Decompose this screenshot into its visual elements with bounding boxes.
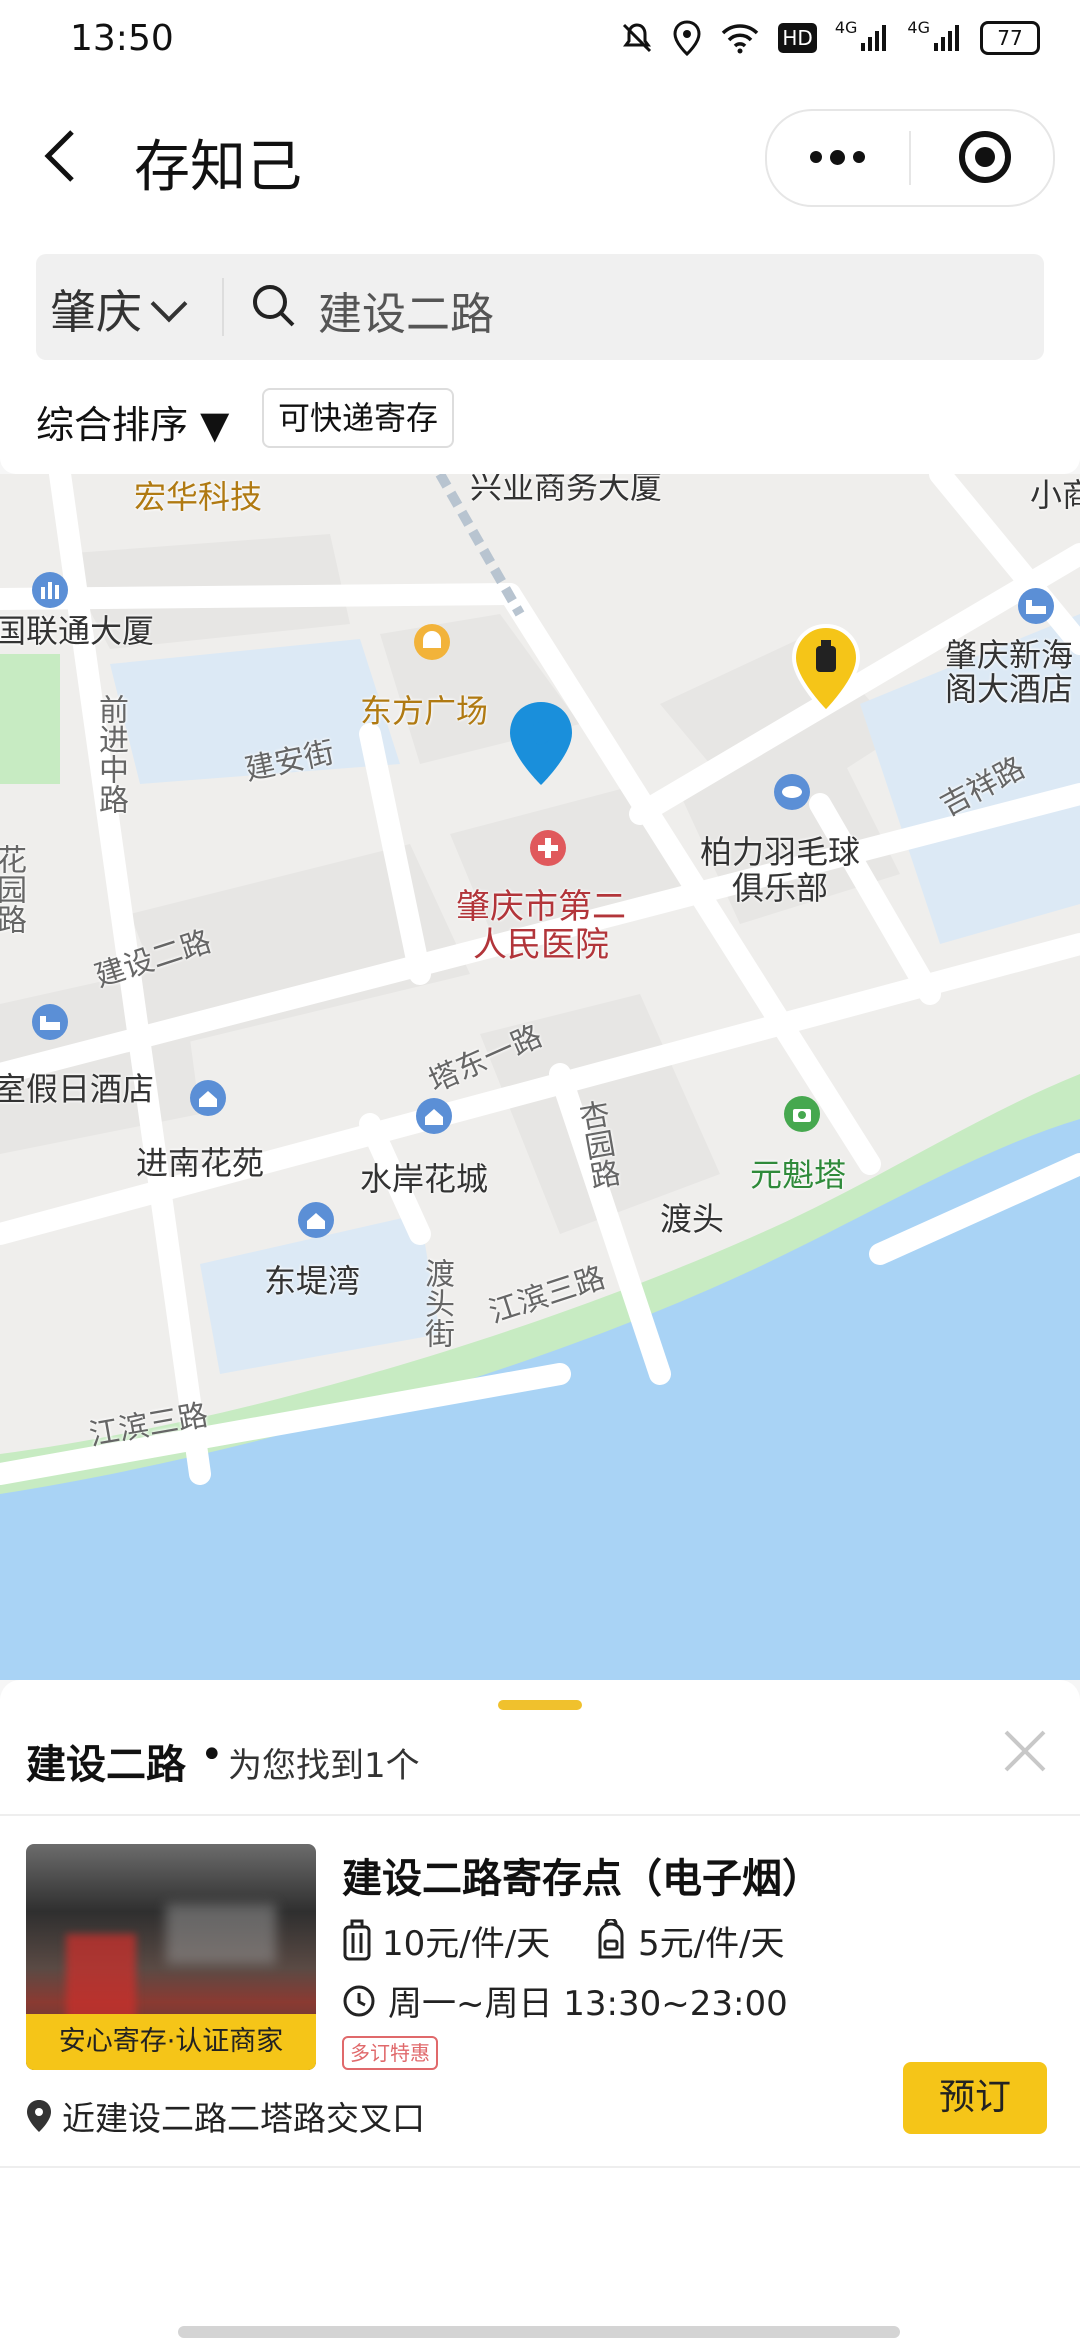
search-divider <box>222 278 224 336</box>
map-label-liantong: 国联通大厦 <box>0 612 155 650</box>
map-label-zhaoqing-hotel: 肇庆新海 阁大酒店 <box>945 636 1074 708</box>
page-title: 存知己 <box>134 135 302 200</box>
close-icon[interactable] <box>1000 1726 1050 1776</box>
map-label-dutoujie: 渡头街 <box>419 1258 454 1348</box>
map-label-dongfang: 东方广场 <box>360 692 489 730</box>
results-sheet: 建设二路 • 为您找到1个 安心寄存·认证商家 建设二路寄存点（电子烟） 10元… <box>0 1680 1080 2340</box>
city-label: 肇庆 <box>50 285 142 339</box>
signal-4g-icon-2: 4G <box>907 18 962 58</box>
home-indicator[interactable] <box>178 2326 900 2338</box>
mall-icon <box>414 624 450 660</box>
map-label-shuian: 水岸花城 <box>360 1160 489 1198</box>
office-building-icon <box>32 572 68 608</box>
hotel-icon-2 <box>32 1004 68 1040</box>
residence-icon-3 <box>298 1202 334 1238</box>
residence-icon <box>190 1080 226 1116</box>
wifi-icon <box>720 18 760 58</box>
hd-icon: HD <box>778 23 817 53</box>
express-storage-filter[interactable]: 可快递寄存 <box>262 388 455 448</box>
city-selector[interactable]: 肇庆 <box>50 276 188 342</box>
map-label-honghua: 宏华科技 <box>134 478 263 516</box>
more-dot-icon <box>852 151 865 163</box>
store-name: 建设二路寄存点（电子烟） <box>342 1856 822 1902</box>
map-label-holiday-hotel: 室假日酒店 <box>0 1070 155 1108</box>
back-button[interactable] <box>40 124 90 194</box>
map-label-hospital: 肇庆市第二 人民医院 <box>456 887 626 965</box>
map-label-dongdi: 东堤湾 <box>264 1262 361 1300</box>
capsule-divider <box>909 131 911 185</box>
nav-header: 存知己 <box>0 84 1080 234</box>
opening-hours: 周一~周日 13:30~23:00 <box>342 1976 788 2025</box>
book-button[interactable]: 预订 <box>903 2062 1047 2134</box>
results-count: 为您找到1个 <box>228 1746 420 1786</box>
storage-location-marker-icon[interactable] <box>790 624 862 714</box>
signal-4g-icon: 4G <box>835 18 890 58</box>
current-location-pin-icon <box>510 702 572 785</box>
more-menu-button[interactable] <box>807 129 867 185</box>
search-row: 肇庆 建设二路 <box>0 234 1080 374</box>
chevron-down-icon <box>150 285 188 323</box>
map-label-jinnan: 进南花苑 <box>136 1144 265 1182</box>
map-view[interactable]: 宏华科技 兴业商务大厦 小商 国联通大厦 东方广场 建安街 前进中路 花园路 肇… <box>0 474 1080 1680</box>
opening-hours-text: 周一~周日 13:30~23:00 <box>388 1984 788 2024</box>
store-photo: 安心寄存·认证商家 <box>26 1844 316 2070</box>
residence-icon-2 <box>416 1098 452 1134</box>
battery-icon: 77 <box>980 21 1040 55</box>
status-icons: HD 4G 4G 77 <box>620 18 1040 58</box>
map-label-baili: 柏力羽毛球 俱乐部 <box>700 833 861 907</box>
results-keyword: 建设二路 <box>26 1742 186 1788</box>
luggage-price: 10元/件/天 <box>342 1916 550 1965</box>
mini-program-capsule <box>765 109 1055 207</box>
luggage-price-text: 10元/件/天 <box>382 1924 551 1964</box>
search-box: 肇庆 建设二路 <box>36 254 1044 360</box>
location-pin-icon <box>27 2100 51 2132</box>
sort-dropdown[interactable]: 综合排序 ▼ <box>36 394 229 449</box>
clock-icon <box>343 1985 375 2016</box>
hotel-icon <box>1018 588 1054 624</box>
map-label-xingye: 兴业商务大厦 <box>470 474 663 506</box>
net-label-1: 4G <box>834 18 858 37</box>
map-label-yuankui: 元魁塔 <box>750 1156 847 1194</box>
photo-detail <box>166 1904 276 1964</box>
certified-badge: 安心寄存·认证商家 <box>26 2014 316 2070</box>
map-label-huayuan: 花园路 <box>0 844 26 934</box>
suitcase-icon <box>343 1919 371 1960</box>
card-divider <box>0 2166 1080 2168</box>
results-separator: • <box>200 1732 224 1778</box>
map-label-dutou: 渡头 <box>660 1200 725 1238</box>
hospital-icon <box>530 830 566 866</box>
bag-price: 5元/件/天 <box>594 1916 785 1965</box>
promo-tag: 多订特惠 <box>342 2036 438 2070</box>
sports-club-icon <box>774 774 810 810</box>
scenic-spot-icon <box>784 1096 820 1132</box>
more-dot-icon <box>809 151 822 163</box>
store-address: 近建设二路二塔路交叉口 <box>26 2092 425 2140</box>
store-card[interactable]: 安心寄存·认证商家 建设二路寄存点（电子烟） 10元/件/天 5元/件/天 周一… <box>0 1816 1080 2166</box>
photo-detail <box>66 1934 136 2024</box>
status-time: 13:50 <box>70 18 174 59</box>
status-bar: 13:50 HD 4G 4G 77 <box>0 0 1080 84</box>
search-input[interactable]: 建设二路 <box>318 278 494 342</box>
close-mini-program-icon[interactable] <box>959 131 1011 183</box>
map-label-xiao: 小商 <box>1030 476 1080 514</box>
store-address-text: 近建设二路二塔路交叉口 <box>62 2099 425 2138</box>
location-icon <box>672 18 702 58</box>
backpack-icon <box>598 1918 624 1958</box>
bag-price-text: 5元/件/天 <box>638 1924 785 1964</box>
filter-row: 综合排序 ▼ 可快递寄存 <box>0 374 1080 474</box>
bell-off-icon <box>620 18 654 58</box>
more-dot-icon <box>829 149 845 165</box>
map-canvas <box>0 474 1080 1680</box>
map-label-qianjin: 前进中路 <box>93 694 128 814</box>
search-icon <box>253 285 295 327</box>
chevron-left-icon <box>44 130 74 182</box>
sheet-drag-handle[interactable] <box>498 1700 582 1710</box>
net-label-2: 4G <box>907 18 930 37</box>
